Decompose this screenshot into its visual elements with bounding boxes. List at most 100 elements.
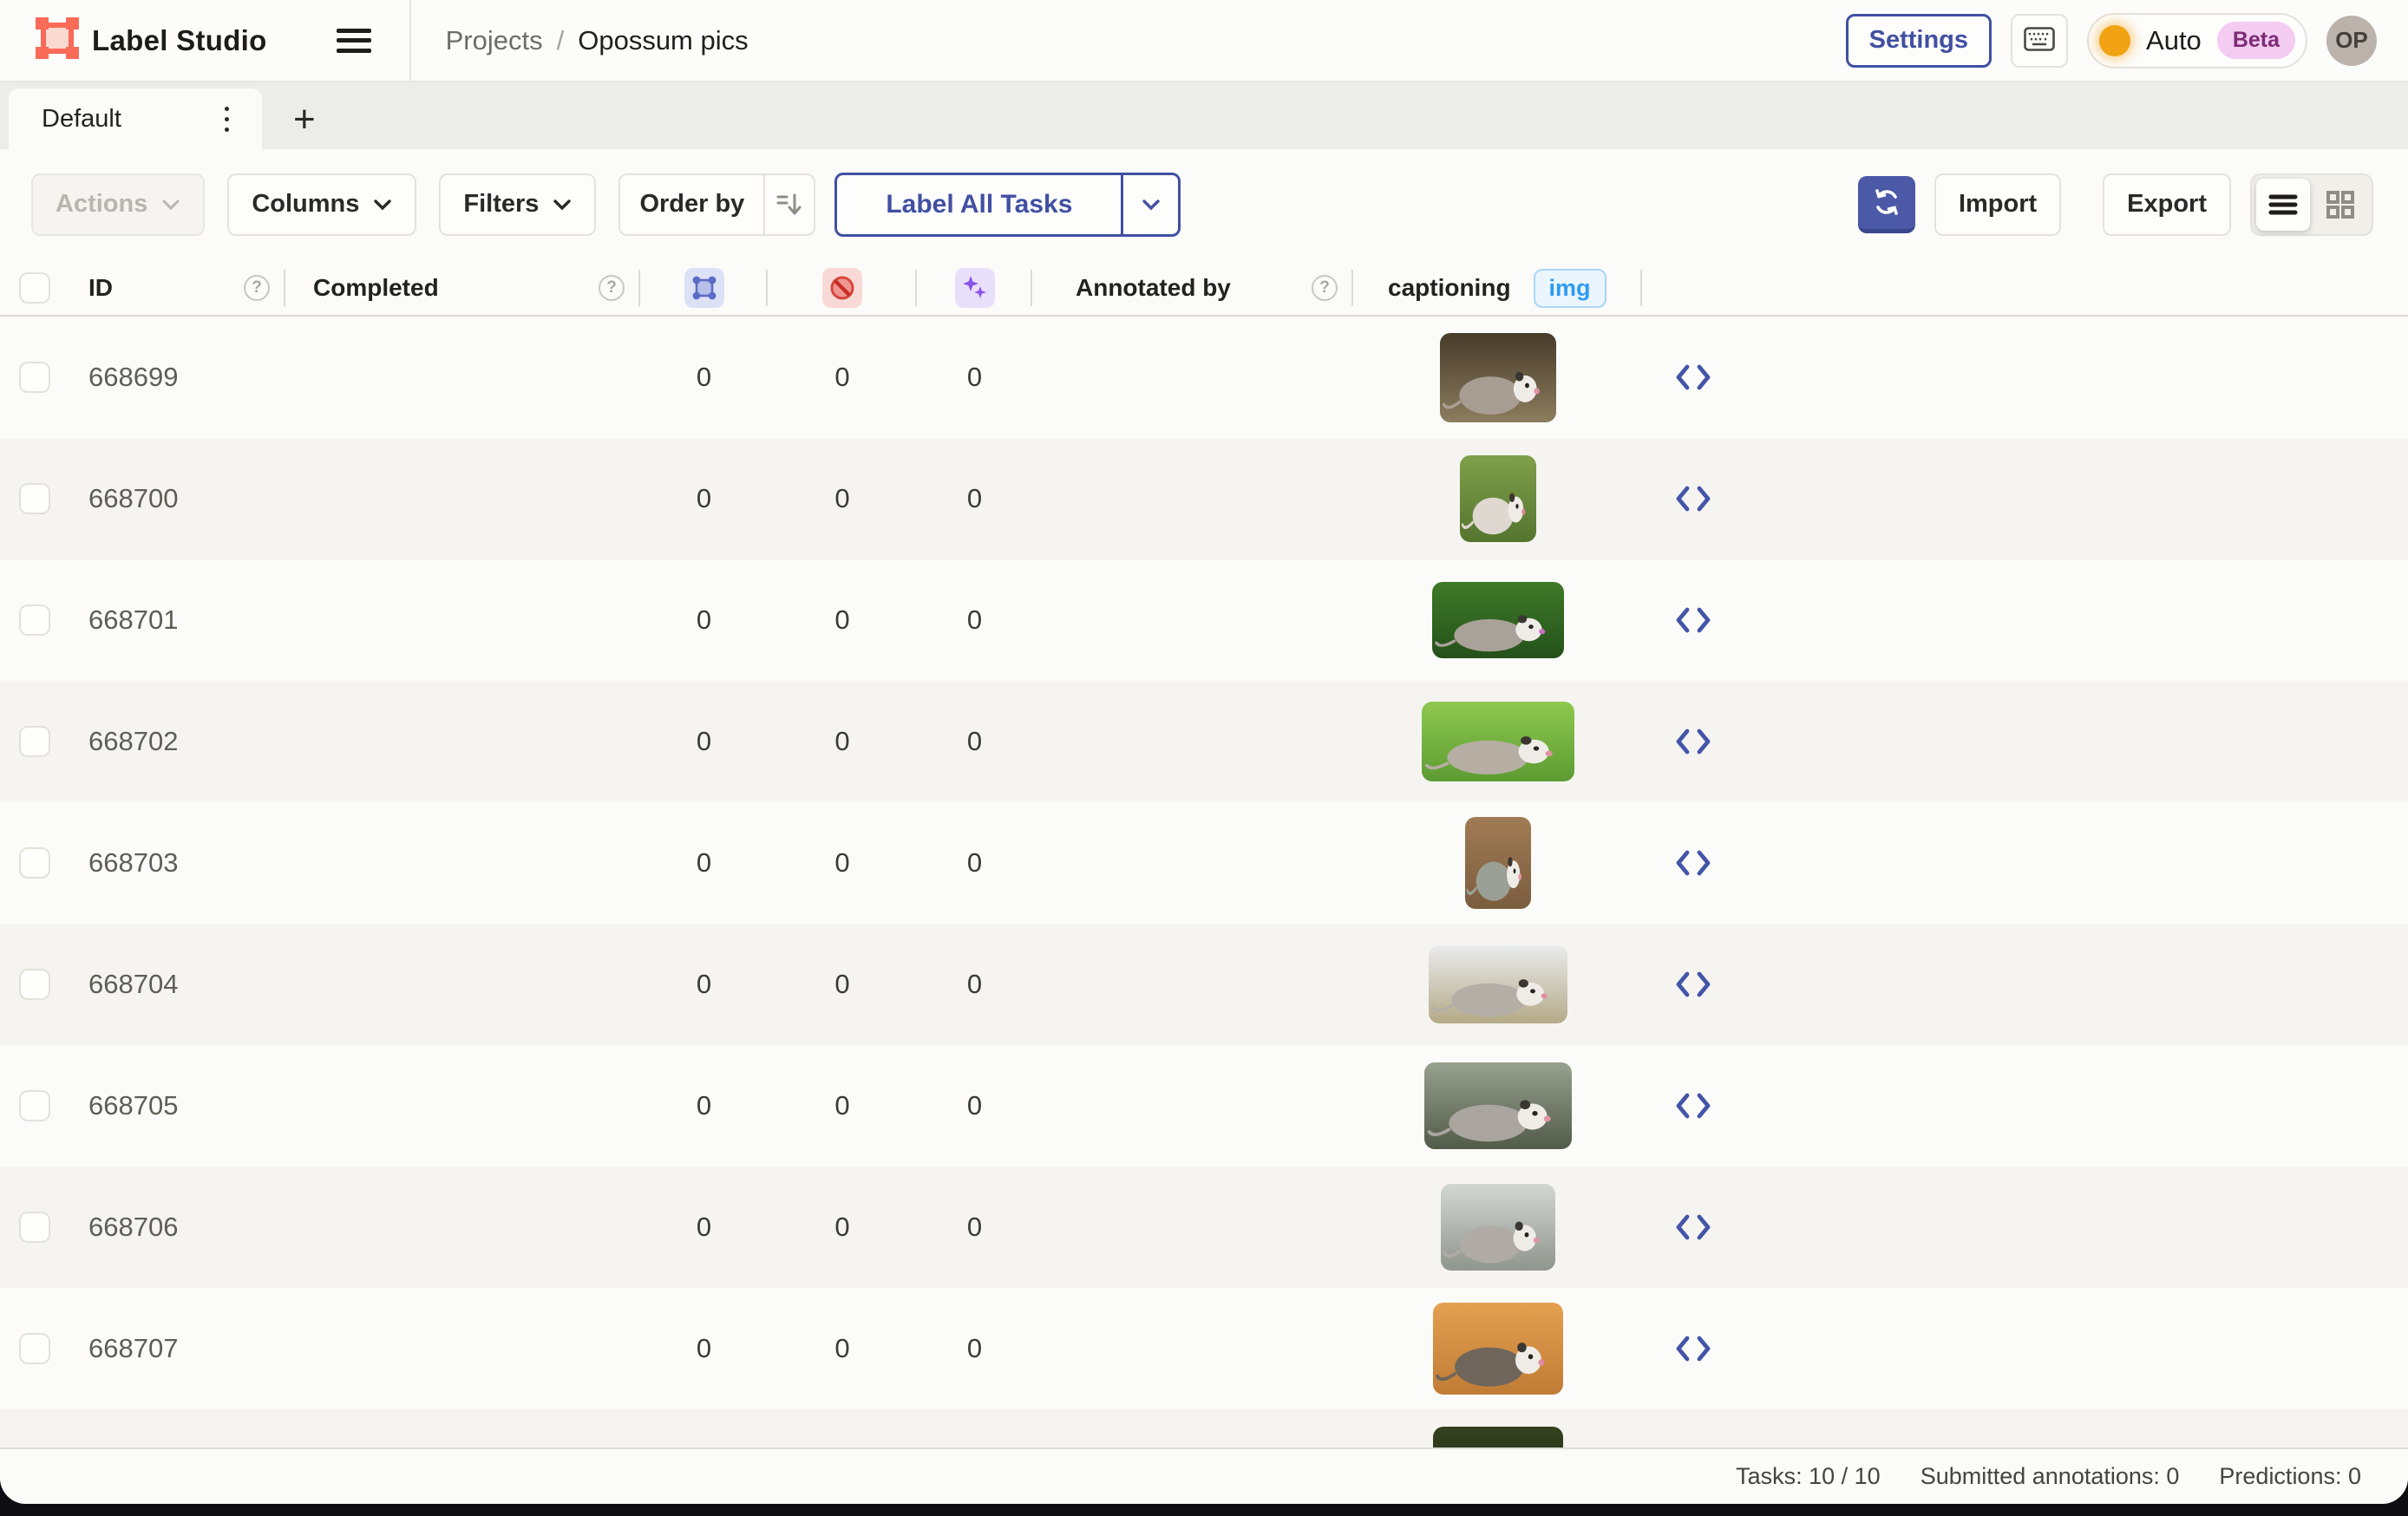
annotations-count: 0 (640, 317, 768, 438)
table-row[interactable]: 668703 0 0 0 (0, 802, 2408, 924)
tab-options-kebab-icon[interactable] (213, 101, 239, 136)
row-id-cell: 668701 (69, 559, 285, 681)
submitted-annotations-count: Submitted annotations: 0 (1921, 1463, 2180, 1490)
task-thumbnail[interactable] (1424, 1062, 1572, 1149)
row-checkbox[interactable] (19, 483, 50, 514)
table-row[interactable]: 668701 0 0 0 (0, 559, 2408, 681)
list-view-button[interactable] (2256, 179, 2310, 231)
completed-help-icon[interactable]: ? (599, 275, 625, 301)
task-thumbnail[interactable] (1433, 1303, 1563, 1395)
source-code-icon[interactable] (1673, 1092, 1713, 1120)
refresh-button[interactable] (1858, 176, 1915, 233)
table-row[interactable]: 668706 0 0 0 (0, 1166, 2408, 1288)
row-checkbox[interactable] (19, 847, 50, 879)
auto-toggle[interactable]: Auto Beta (2087, 13, 2307, 69)
row-checkbox-cell (0, 924, 69, 1045)
breadcrumb-projects-link[interactable]: Projects (446, 25, 543, 56)
table-header: ID ? Completed ? (0, 259, 2408, 317)
source-code-icon[interactable] (1673, 728, 1713, 755)
captioning-cell (1353, 1409, 1642, 1447)
source-code-icon[interactable] (1673, 1213, 1713, 1241)
select-all-checkbox[interactable] (19, 272, 50, 304)
predictions-count: 0 (917, 681, 1032, 802)
actions-dropdown[interactable]: Actions (31, 173, 205, 236)
auto-status-dot-icon (2099, 25, 2130, 56)
task-thumbnail[interactable] (1440, 333, 1556, 422)
table-row[interactable]: 668699 0 0 0 (0, 317, 2408, 438)
table-row[interactable]: 668704 0 0 0 (0, 924, 2408, 1045)
completed-cell (285, 1288, 640, 1409)
row-checkbox[interactable] (19, 1333, 50, 1364)
keyboard-shortcuts-button[interactable] (2011, 14, 2068, 68)
row-checkbox-cell (0, 1045, 69, 1166)
grid-view-button[interactable] (2313, 179, 2367, 231)
cancelled-count: 0 (768, 317, 917, 438)
task-id: 668707 (69, 1333, 178, 1364)
task-thumbnail[interactable] (1429, 945, 1567, 1023)
row-checkbox[interactable] (19, 604, 50, 636)
table-row[interactable]: 668700 0 0 0 (0, 438, 2408, 559)
header-cancelled-cell (768, 259, 917, 317)
topbar-divider (409, 0, 411, 82)
row-id-cell: 668700 (69, 438, 285, 559)
cancelled-annotations-icon[interactable] (822, 268, 862, 308)
tab-default[interactable]: Default (9, 88, 262, 149)
header-captioning-cell: captioning img (1353, 259, 1642, 317)
source-code-icon[interactable] (1673, 1335, 1713, 1362)
label-all-tasks-dropdown[interactable] (1121, 175, 1178, 234)
table-row[interactable] (0, 1409, 2408, 1447)
user-avatar[interactable]: OP (2326, 16, 2377, 66)
completed-cell (285, 802, 640, 924)
completed-cell (285, 1409, 640, 1447)
source-code-icon[interactable] (1673, 363, 1713, 391)
predictions-count: 0 (917, 317, 1032, 438)
add-tab-button[interactable]: + (293, 101, 316, 139)
settings-button[interactable]: Settings (1846, 14, 1992, 68)
export-button[interactable]: Export (2103, 173, 2231, 236)
toolbar: Actions Columns Filters Order by (0, 149, 2408, 259)
id-help-icon[interactable]: ? (244, 275, 270, 301)
source-code-icon[interactable] (1673, 970, 1713, 998)
row-id-cell: 668707 (69, 1288, 285, 1409)
topbar-right-group: Settings (1846, 13, 2408, 69)
task-thumbnail[interactable] (1432, 582, 1564, 658)
captioning-cell (1353, 802, 1642, 924)
row-checkbox[interactable] (19, 362, 50, 393)
table-row[interactable]: 668702 0 0 0 (0, 681, 2408, 802)
sort-direction-button[interactable] (763, 175, 814, 234)
table-row[interactable]: 668707 0 0 0 (0, 1288, 2408, 1409)
annotated-by-help-icon[interactable]: ? (1312, 275, 1338, 301)
source-code-icon[interactable] (1673, 849, 1713, 877)
task-thumbnail[interactable] (1460, 455, 1536, 542)
chevron-down-icon (373, 199, 392, 211)
order-by-button[interactable]: Order by (620, 175, 763, 234)
screen: Label Studio Projects / Opossum pics Set… (0, 0, 2408, 1516)
predictions-icon[interactable] (955, 268, 995, 308)
source-code-icon[interactable] (1673, 485, 1713, 513)
task-thumbnail[interactable] (1422, 702, 1574, 781)
hamburger-menu-icon[interactable] (337, 26, 371, 56)
row-checkbox[interactable] (19, 1212, 50, 1243)
row-checkbox[interactable] (19, 1090, 50, 1121)
annotated-by-cell (1032, 1288, 1353, 1409)
brand[interactable]: Label Studio (35, 17, 267, 63)
annotations-icon[interactable] (684, 268, 724, 308)
task-thumbnail[interactable] (1441, 1184, 1555, 1271)
tasks-count: Tasks: 10 / 10 (1736, 1463, 1881, 1490)
annotations-count: 0 (640, 681, 768, 802)
predictions-count: 0 (917, 802, 1032, 924)
filters-dropdown[interactable]: Filters (439, 173, 596, 236)
row-checkbox[interactable] (19, 969, 50, 1000)
task-thumbnail[interactable] (1465, 817, 1531, 909)
row-checkbox-cell (0, 681, 69, 802)
row-spacer-cell (1744, 681, 2408, 802)
row-checkbox[interactable] (19, 726, 50, 757)
table-row[interactable]: 668705 0 0 0 (0, 1045, 2408, 1166)
label-all-tasks-button[interactable]: Label All Tasks (837, 175, 1121, 234)
task-thumbnail[interactable] (1433, 1427, 1563, 1447)
list-view-icon (2268, 193, 2298, 216)
row-spacer-cell (1744, 1288, 2408, 1409)
import-button[interactable]: Import (1934, 173, 2061, 236)
columns-dropdown[interactable]: Columns (227, 173, 416, 236)
source-code-icon[interactable] (1673, 606, 1713, 634)
